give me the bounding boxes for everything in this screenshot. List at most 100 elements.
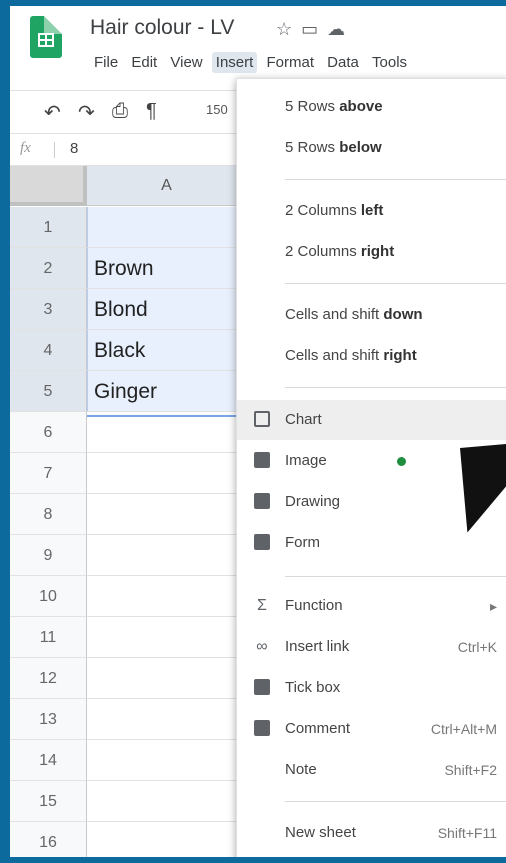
menu-divider <box>285 179 506 180</box>
row-header[interactable]: 16 <box>10 822 87 857</box>
table-row: 11 <box>10 617 250 658</box>
row-header[interactable]: 4 <box>10 330 87 371</box>
submenu-arrow-icon: ▸ <box>489 598 497 614</box>
note-shortcut: Shift+F2 <box>444 762 497 778</box>
selection-border <box>87 415 247 417</box>
insert-link-shortcut: Ctrl+K <box>457 639 497 655</box>
table-row: 4 Black <box>10 330 250 371</box>
cell-a4[interactable]: Black <box>87 330 247 371</box>
row-header[interactable]: 2 <box>10 248 87 289</box>
cell-a14[interactable] <box>87 740 247 781</box>
row-header[interactable]: 7 <box>10 453 87 494</box>
cell-a15[interactable] <box>87 781 247 822</box>
insert-columns-left[interactable]: 2 Columns left <box>237 191 506 231</box>
comment-shortcut: Ctrl+Alt+M <box>430 721 497 737</box>
cell-a2[interactable]: Brown <box>87 248 247 289</box>
insert-cells-shift-down[interactable]: Cells and shift down <box>237 295 506 335</box>
cell-a6[interactable] <box>87 412 247 453</box>
cell-a13[interactable] <box>87 699 247 740</box>
menu-tools[interactable]: Tools <box>368 52 411 73</box>
table-row: 13 <box>10 699 250 740</box>
menu-format[interactable]: Format <box>262 52 318 73</box>
menu-divider <box>285 801 506 802</box>
table-row: 5 Ginger <box>10 371 250 412</box>
undo-icon[interactable]: ↶ <box>44 100 61 125</box>
zoom-select[interactable]: 150 <box>206 102 228 117</box>
cell-a5[interactable]: Ginger <box>87 371 247 412</box>
row-header[interactable]: 12 <box>10 658 87 699</box>
table-row: 16 <box>10 822 250 857</box>
star-icon[interactable]: ☆ <box>276 19 301 39</box>
sigma-icon: Σ <box>257 597 267 614</box>
insert-tick-box[interactable]: Tick box <box>237 668 506 708</box>
pointer-arrow-icon <box>450 398 506 548</box>
insert-rows-above[interactable]: 5 Rows above <box>237 87 506 127</box>
cell-a1[interactable] <box>87 207 247 248</box>
insert-rows-below[interactable]: 5 Rows below <box>237 128 506 168</box>
document-title[interactable]: Hair colour - LV <box>90 16 234 40</box>
table-row: 14 <box>10 740 250 781</box>
sheets-window: Hair colour - LV ☆▭☁ File Edit View Inse… <box>10 6 506 857</box>
select-all-corner[interactable] <box>10 166 87 206</box>
paint-format-icon[interactable]: ¶ <box>146 100 157 123</box>
cell-a16[interactable] <box>87 822 247 857</box>
row-header[interactable]: 8 <box>10 494 87 535</box>
table-row: 8 <box>10 494 250 535</box>
folder-icon[interactable]: ▭ <box>301 19 327 39</box>
table-row: 9 <box>10 535 250 576</box>
link-icon: ∞ <box>256 638 268 655</box>
menu-data[interactable]: Data <box>323 52 363 73</box>
insert-link[interactable]: ∞ Insert link Ctrl+K <box>237 627 506 667</box>
menu-divider <box>285 387 506 388</box>
row-header[interactable]: 6 <box>10 412 87 453</box>
cell-a9[interactable] <box>87 535 247 576</box>
table-row: 3 Blond <box>10 289 250 330</box>
insert-columns-right[interactable]: 2 Columns right <box>237 232 506 272</box>
table-row: 15 <box>10 781 250 822</box>
menu-file[interactable]: File <box>90 52 122 73</box>
menu-insert[interactable]: Insert <box>211 52 258 73</box>
sheets-logo-icon[interactable] <box>30 16 62 58</box>
cell-a11[interactable] <box>87 617 247 658</box>
cell-a3[interactable]: Blond <box>87 289 247 330</box>
cell-a7[interactable] <box>87 453 247 494</box>
cell-a12[interactable] <box>87 658 247 699</box>
column-header-a[interactable]: A <box>87 166 247 206</box>
formula-input[interactable]: 8 <box>70 140 78 157</box>
table-row: 10 <box>10 576 250 617</box>
cell-a10[interactable] <box>87 576 247 617</box>
row-header[interactable]: 14 <box>10 740 87 781</box>
checkbox-icon <box>253 679 271 697</box>
redo-icon[interactable]: ↷ <box>78 100 95 125</box>
insert-new-sheet[interactable]: New sheet Shift+F11 <box>237 813 506 853</box>
row-header[interactable]: 5 <box>10 371 87 412</box>
row-header[interactable]: 1 <box>10 207 87 248</box>
drawing-icon <box>253 493 271 511</box>
chart-icon <box>253 411 271 429</box>
row-header[interactable]: 10 <box>10 576 87 617</box>
insert-function[interactable]: Σ Function ▸ <box>237 586 506 626</box>
menu-edit[interactable]: Edit <box>127 52 161 73</box>
table-row: 12 <box>10 658 250 699</box>
insert-note[interactable]: Note Shift+F2 <box>237 750 506 790</box>
row-header[interactable]: 9 <box>10 535 87 576</box>
formula-separator <box>54 142 55 158</box>
row-header[interactable]: 15 <box>10 781 87 822</box>
fx-icon: fx <box>20 140 31 156</box>
menu-view[interactable]: View <box>166 52 206 73</box>
form-icon <box>253 534 271 552</box>
comment-icon <box>253 720 271 738</box>
insert-cells-shift-right[interactable]: Cells and shift right <box>237 336 506 376</box>
cell-a8[interactable] <box>87 494 247 535</box>
row-header[interactable]: 3 <box>10 289 87 330</box>
row-header[interactable]: 11 <box>10 617 87 658</box>
row-header[interactable]: 13 <box>10 699 87 740</box>
table-row: 1 <box>10 207 250 248</box>
table-row: 7 <box>10 453 250 494</box>
print-icon[interactable]: ⎙ <box>112 100 128 123</box>
cloud-icon[interactable]: ☁ <box>327 19 354 39</box>
insert-comment[interactable]: Comment Ctrl+Alt+M <box>237 709 506 749</box>
new-feature-dot <box>397 457 406 466</box>
image-icon <box>253 452 271 470</box>
menu-divider <box>285 283 506 284</box>
